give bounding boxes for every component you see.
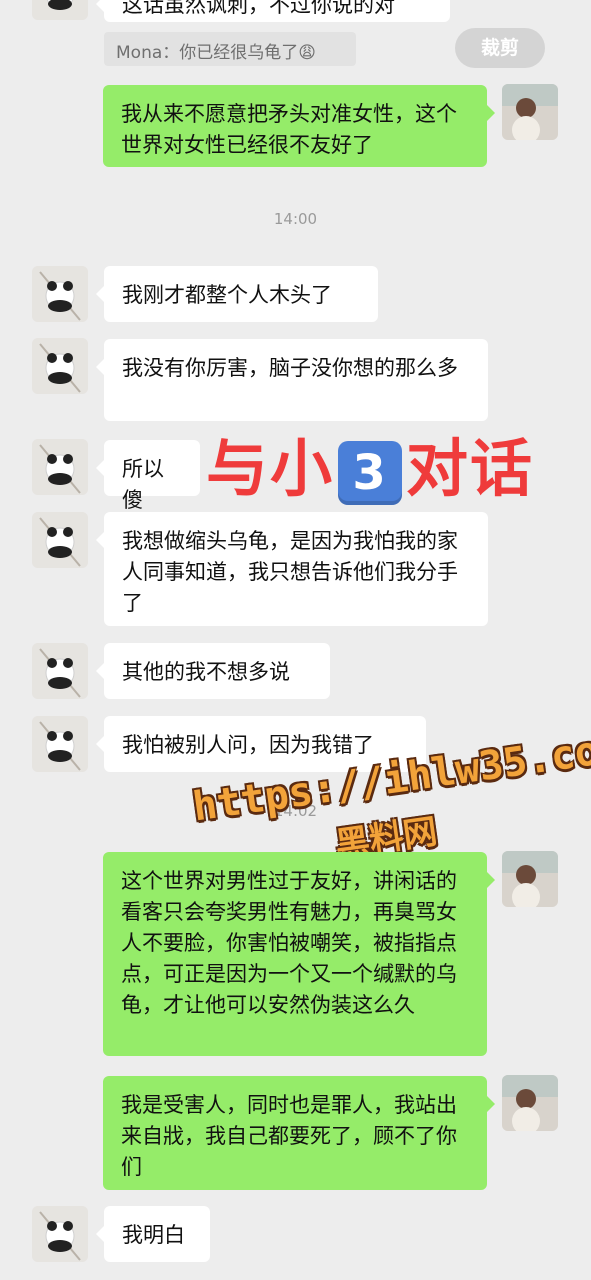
panda-avatar-icon [32,439,88,495]
message-bubble[interactable]: 我想做缩头乌龟，是因为我怕我的家人同事知道，我只想告诉他们我分手了 [96,512,488,626]
message-bubble[interactable]: 我刚才都整个人木头了 [96,266,378,322]
message-text: 我没有你厉害，脑子没你想的那么多 [122,356,458,380]
panda-avatar-icon [32,266,88,322]
keycap-three-icon: 3 [338,440,403,505]
message-text: 我从来不愿意把矛头对准女性，这个世界对女性已经很不友好了 [121,102,457,157]
message-text: 这话虽然讽刺，不过你说的对 [122,0,395,17]
user-photo-icon [502,851,558,907]
message-text: 所以傻 [122,457,164,512]
user-photo-icon [502,84,558,140]
panda-avatar[interactable] [32,439,88,495]
message-bubble[interactable]: 我没有你厉害，脑子没你想的那么多 [96,339,488,421]
message-text: 我是受害人，同时也是罪人，我站出来自戕，我自己都要死了，顾不了你们 [121,1093,457,1179]
message-text: 我怕被别人问，因为我错了 [122,733,374,757]
quoted-reply[interactable]: Mona：你已经很乌龟了😩 [104,32,356,66]
panda-avatar-icon [32,716,88,772]
message-text: 我想做缩头乌龟，是因为我怕我的家人同事知道，我只想告诉他们我分手了 [122,529,458,615]
message-text: 我明白 [122,1223,185,1247]
message-bubble[interactable]: 这个世界对男性过于友好，讲闲话的看客只会夸奖男性有魅力，再臭骂女人不要脸，你害怕… [103,852,495,1056]
self-avatar[interactable] [502,1075,558,1131]
message-text: 这个世界对男性过于友好，讲闲话的看客只会夸奖男性有魅力，再臭骂女人不要脸，你害怕… [121,869,457,1017]
timestamp: 14:00 [273,210,318,228]
panda-avatar[interactable] [32,512,88,568]
user-photo-icon [502,1075,558,1131]
panda-avatar-icon [32,512,88,568]
quoted-reply-text: Mona：你已经很乌龟了😩 [116,43,316,63]
self-avatar[interactable] [502,84,558,140]
message-bubble[interactable]: 我是受害人，同时也是罪人，我站出来自戕，我自己都要死了，顾不了你们 [103,1076,495,1190]
panda-avatar-icon [32,338,88,394]
chat-screen: { "top_partial_text": "这话虽然讽刺，不过你说的对", "… [0,0,591,1280]
panda-avatar[interactable] [32,1206,88,1262]
panda-avatar-icon [32,1206,88,1262]
crop-button[interactable]: 裁剪 [455,28,545,68]
panda-avatar[interactable] [32,266,88,322]
panda-avatar-icon [32,0,88,20]
panda-avatar-icon [32,643,88,699]
message-bubble-partial[interactable]: 这话虽然讽刺，不过你说的对 [96,0,450,22]
message-bubble[interactable]: 我从来不愿意把矛头对准女性，这个世界对女性已经很不友好了 [103,85,495,167]
panda-avatar[interactable] [32,643,88,699]
overlay-caption-part2: 对话 [406,432,535,505]
overlay-caption-part1: 与小 [206,432,335,505]
self-avatar[interactable] [502,851,558,907]
overlay-caption: 与小 3 对话 [206,434,534,505]
crop-button-label: 裁剪 [480,37,519,59]
message-bubble[interactable]: 其他的我不想多说 [96,643,330,699]
message-bubble[interactable]: 我明白 [96,1206,210,1262]
message-text: 其他的我不想多说 [122,660,290,684]
panda-avatar[interactable] [32,716,88,772]
message-text: 我刚才都整个人木头了 [122,283,332,307]
panda-avatar[interactable] [32,338,88,394]
message-bubble[interactable]: 所以傻 [96,440,200,512]
panda-avatar[interactable] [32,0,88,20]
